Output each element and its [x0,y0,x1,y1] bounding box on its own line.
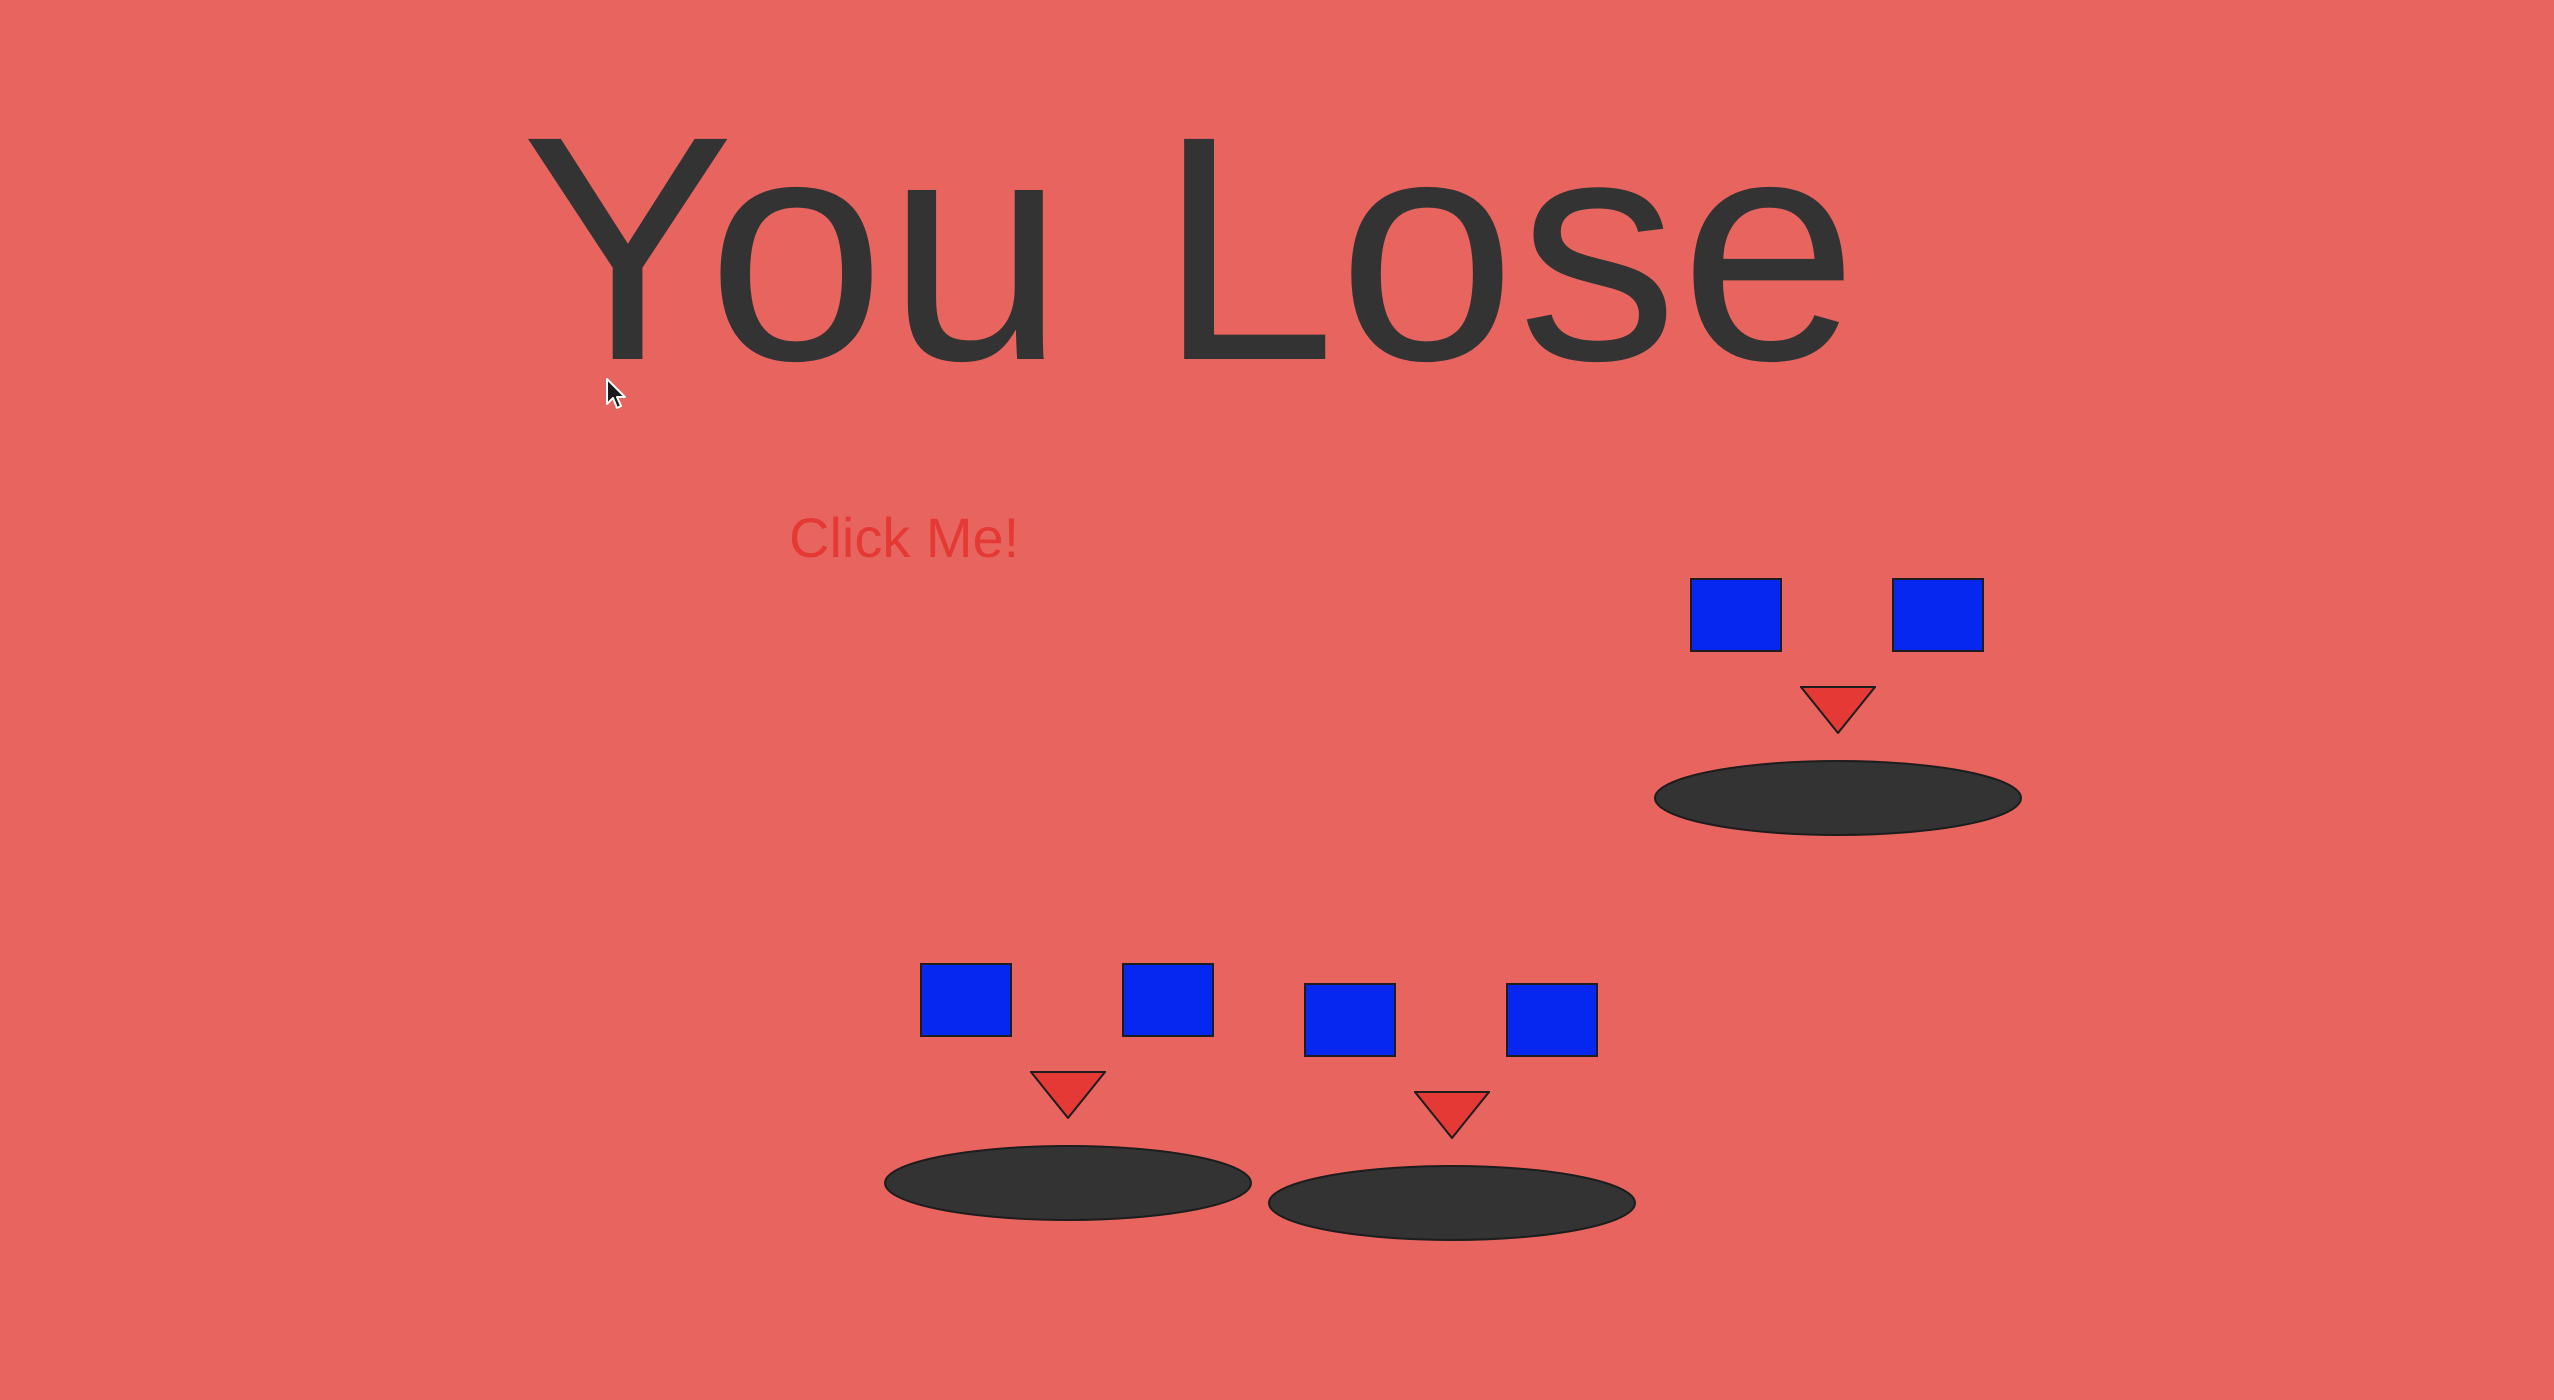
face-bottom-left[interactable] [883,963,1253,1223]
nose-triangle [1414,1091,1490,1139]
nose-triangle [1030,1071,1106,1119]
mouth-ellipse [884,1145,1252,1221]
right-eye [1506,983,1598,1057]
nose-triangle [1800,686,1876,734]
game-over-title: You Lose [521,69,1860,427]
face-bottom-center[interactable] [1267,983,1637,1243]
right-eye [1892,578,1984,652]
mouth-ellipse [1654,760,2022,836]
face-right[interactable] [1653,578,2023,838]
mouth-ellipse [1268,1165,1636,1241]
nose-triangle-shape [1414,1091,1490,1139]
nose-triangle-shape [1030,1071,1106,1119]
left-eye [1304,983,1396,1057]
mouth-ellipse-shape [1654,760,2022,836]
nose-triangle-shape [1800,686,1876,734]
right-eye [1122,963,1214,1037]
mouth-ellipse-shape [884,1145,1252,1221]
left-eye [920,963,1012,1037]
click-me-button[interactable]: Click Me! [789,510,1019,566]
mouth-ellipse-shape [1268,1165,1636,1241]
left-eye [1690,578,1782,652]
